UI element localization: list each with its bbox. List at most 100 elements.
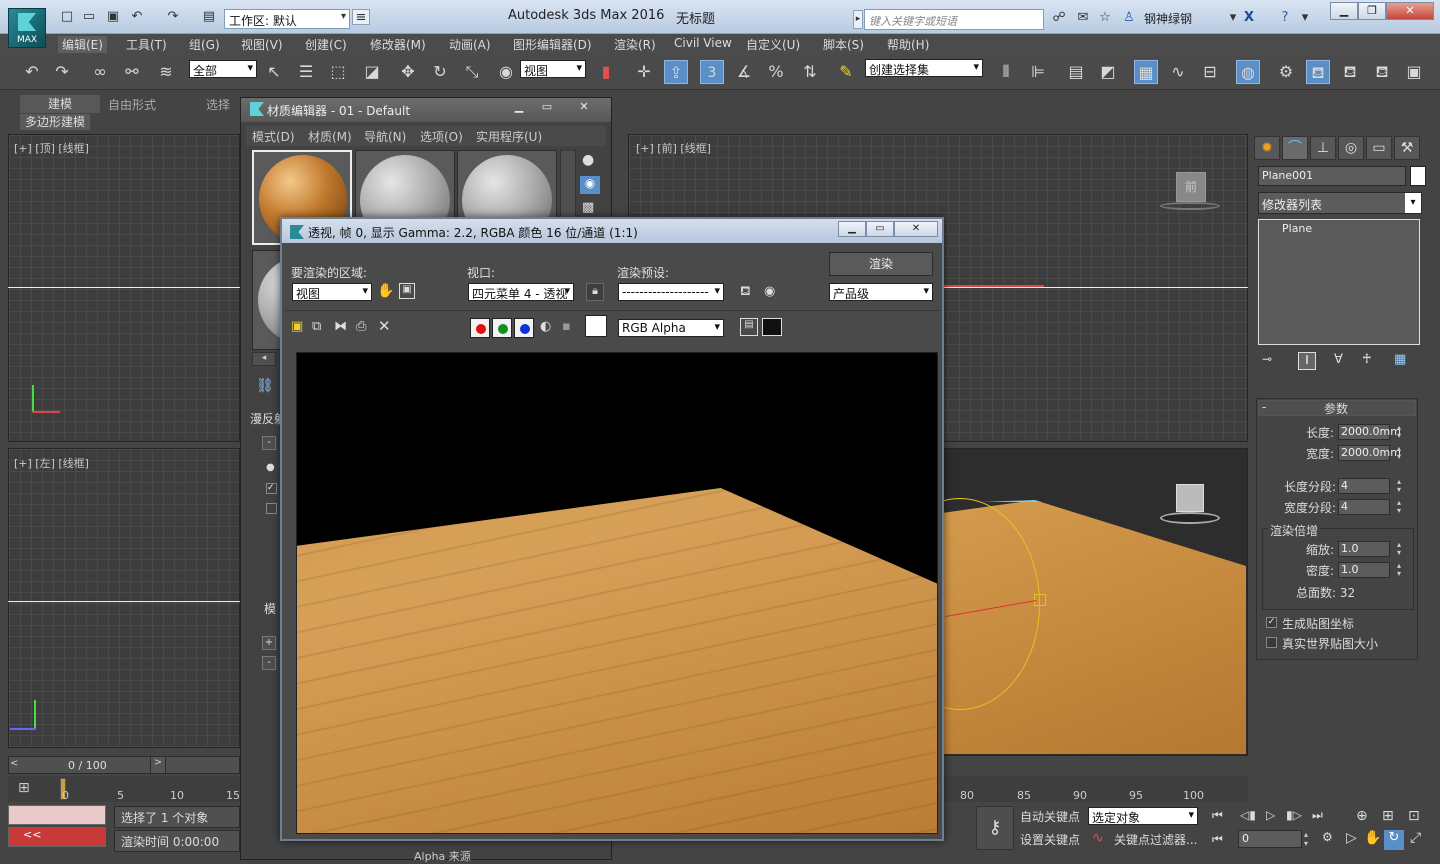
- time-slider-prev-icon[interactable]: <: [10, 758, 18, 769]
- viewport-dropdown[interactable]: 四元菜单 4 - 透视: [468, 283, 574, 301]
- curve-editor-icon[interactable]: ∿: [1166, 60, 1190, 84]
- set-key-icon[interactable]: ⚷: [976, 806, 1014, 850]
- rollout-collapse-icon[interactable]: -: [1262, 400, 1266, 414]
- viewport-front-label[interactable]: [+] [前] [线框]: [636, 140, 711, 156]
- render-iterative-icon[interactable]: ⛾: [1370, 60, 1394, 84]
- menu-edit[interactable]: 编辑(E): [58, 36, 107, 53]
- goto-start-icon[interactable]: ⏮: [1212, 808, 1223, 823]
- move-icon[interactable]: ✥: [396, 60, 420, 84]
- render-in-cloud-icon[interactable]: ▣: [1402, 60, 1426, 84]
- modify-tab-icon[interactable]: ⌒: [1282, 136, 1308, 160]
- time-config-icon[interactable]: ⚙: [1322, 830, 1333, 844]
- menu-civil-view[interactable]: Civil View: [674, 36, 732, 50]
- ribbon-tab-selection[interactable]: 选择: [206, 96, 230, 113]
- key-mode-toggle-icon[interactable]: ⏮: [1212, 832, 1223, 847]
- rect-selection-icon[interactable]: ⬚: [326, 60, 350, 84]
- set-key-button[interactable]: 设置关键点: [1020, 831, 1080, 848]
- zoom-extents-icon[interactable]: ⊡: [1408, 808, 1420, 824]
- select-link-icon[interactable]: ∞: [88, 60, 112, 84]
- show-end-result-icon[interactable]: Ι: [1298, 352, 1316, 370]
- navcube[interactable]: 前: [1160, 172, 1220, 212]
- selection-mode-dropdown[interactable]: 选定对象: [1088, 807, 1198, 825]
- named-selection-dropdown[interactable]: 创建选择集: [865, 59, 983, 77]
- clear-image-icon[interactable]: ✕: [378, 317, 391, 335]
- undo-icon[interactable]: ↶: [20, 60, 44, 84]
- save-file-icon[interactable]: ▣: [104, 9, 122, 25]
- me-minimize-button[interactable]: ▁: [506, 100, 532, 116]
- width-input[interactable]: 2000.0mm: [1338, 445, 1401, 461]
- me-maximize-button[interactable]: ▭: [534, 100, 560, 116]
- search-input[interactable]: 键入关键字或短语: [864, 9, 1044, 30]
- environment-icon[interactable]: ◉: [764, 284, 775, 299]
- search-expand-icon[interactable]: ▸: [853, 10, 863, 29]
- spinner-snap-icon[interactable]: ⇅: [798, 60, 822, 84]
- mini-curve-editor-icon[interactable]: ⊞: [18, 780, 30, 796]
- open-file-icon[interactable]: ▭: [80, 9, 98, 25]
- maximize-viewport-icon[interactable]: ⤢: [1410, 830, 1421, 846]
- menu-modifiers[interactable]: 修改器(M): [370, 36, 426, 53]
- help-icon[interactable]: ?: [1276, 10, 1294, 26]
- schematic-view-icon[interactable]: ⊟: [1198, 60, 1222, 84]
- select-object-icon[interactable]: ↖: [262, 60, 286, 84]
- workspace-dropdown[interactable]: 工作区: 默认: [224, 9, 350, 29]
- width-spinner[interactable]: ▴ ▾: [1394, 445, 1404, 461]
- viewport-left[interactable]: [8, 448, 240, 748]
- auto-key-button[interactable]: 自动关键点: [1020, 808, 1080, 825]
- print-image-icon[interactable]: ⎙: [356, 319, 366, 334]
- green-channel-toggle[interactable]: [492, 318, 512, 338]
- area-to-render-dropdown[interactable]: 视图: [292, 283, 372, 301]
- ribbon-tab-freeform[interactable]: 自由形式: [108, 96, 156, 113]
- menu-views[interactable]: 视图(V): [241, 36, 283, 53]
- gen-map-coords-checkbox[interactable]: ✓: [1266, 617, 1277, 628]
- navcube-face-front[interactable]: 前: [1176, 172, 1206, 202]
- redo-icon[interactable]: ↷: [164, 9, 182, 25]
- menu-customize[interactable]: 自定义(U): [746, 36, 800, 53]
- modifier-stack[interactable]: [1258, 219, 1420, 345]
- rollout-collapse-icon[interactable]: -: [262, 656, 276, 670]
- bind-space-warp-icon[interactable]: ≋: [154, 60, 178, 84]
- navcube-ring[interactable]: [1160, 202, 1220, 210]
- me-close-button[interactable]: ✕: [564, 100, 604, 116]
- layer-manager-icon[interactable]: ◩: [1096, 60, 1120, 84]
- align-icon[interactable]: ⊫: [1026, 60, 1050, 84]
- menu-group[interactable]: 组(G): [189, 36, 220, 53]
- configure-modifier-sets-icon[interactable]: ▦: [1394, 352, 1406, 367]
- viewport-top-label[interactable]: [+] [顶] [线框]: [14, 140, 89, 156]
- current-frame-input[interactable]: 0: [1238, 830, 1302, 848]
- quick-access-more-icon[interactable]: ≡: [352, 9, 370, 25]
- background-icon[interactable]: ▩: [582, 200, 594, 215]
- render-setup-icon[interactable]: ⚙: [1274, 60, 1298, 84]
- length-spinner[interactable]: ▴ ▾: [1394, 424, 1404, 440]
- copy-image-icon[interactable]: ⧉: [312, 319, 321, 334]
- keyboard-shortcut-override-icon[interactable]: ⇪: [664, 60, 688, 84]
- select-by-name-icon[interactable]: ☰: [294, 60, 318, 84]
- rw-maximize-button[interactable]: ▭: [866, 221, 894, 237]
- current-frame-spinner[interactable]: ▴ ▾: [1304, 830, 1314, 848]
- help-dropdown-icon[interactable]: ▾: [1296, 10, 1314, 26]
- zoom-all-icon[interactable]: ⊞: [1382, 808, 1394, 824]
- color-swatch[interactable]: [585, 315, 607, 337]
- place-icon[interactable]: ◉: [494, 60, 518, 84]
- me-menu-options[interactable]: 选项(O): [420, 128, 463, 145]
- me-menu-modes[interactable]: 模式(D): [252, 128, 295, 145]
- field-of-view-icon[interactable]: ▷: [1346, 830, 1357, 846]
- exchange-apps-icon[interactable]: X: [1240, 10, 1258, 26]
- hierarchy-tab-icon[interactable]: ⊥: [1310, 136, 1336, 160]
- slots-scroll-left-icon[interactable]: ◂: [252, 352, 276, 366]
- key-filters-button[interactable]: 关键点过滤器...: [1114, 831, 1197, 848]
- project-folder-icon[interactable]: ▤: [200, 9, 218, 25]
- mirror-icon[interactable]: ⫴: [994, 60, 1018, 84]
- render-button[interactable]: 渲染: [829, 252, 933, 276]
- toggle-ribbon-icon[interactable]: ▦: [1134, 60, 1158, 84]
- time-slider-next-icon[interactable]: >: [150, 756, 166, 774]
- zoom-icon[interactable]: ⊕: [1356, 808, 1368, 824]
- redo-icon[interactable]: ↷: [50, 60, 74, 84]
- me-menu-navigation[interactable]: 导航(N): [364, 128, 406, 145]
- monochrome-icon[interactable]: ▪: [562, 319, 571, 334]
- create-tab-icon[interactable]: ✹: [1254, 136, 1280, 160]
- minimize-button[interactable]: ▁: [1330, 2, 1358, 20]
- menu-help[interactable]: 帮助(H): [887, 36, 929, 53]
- track-bar-left[interactable]: [8, 776, 240, 802]
- new-file-icon[interactable]: □: [58, 9, 76, 25]
- me-menu-utilities[interactable]: 实用程序(U): [476, 128, 542, 145]
